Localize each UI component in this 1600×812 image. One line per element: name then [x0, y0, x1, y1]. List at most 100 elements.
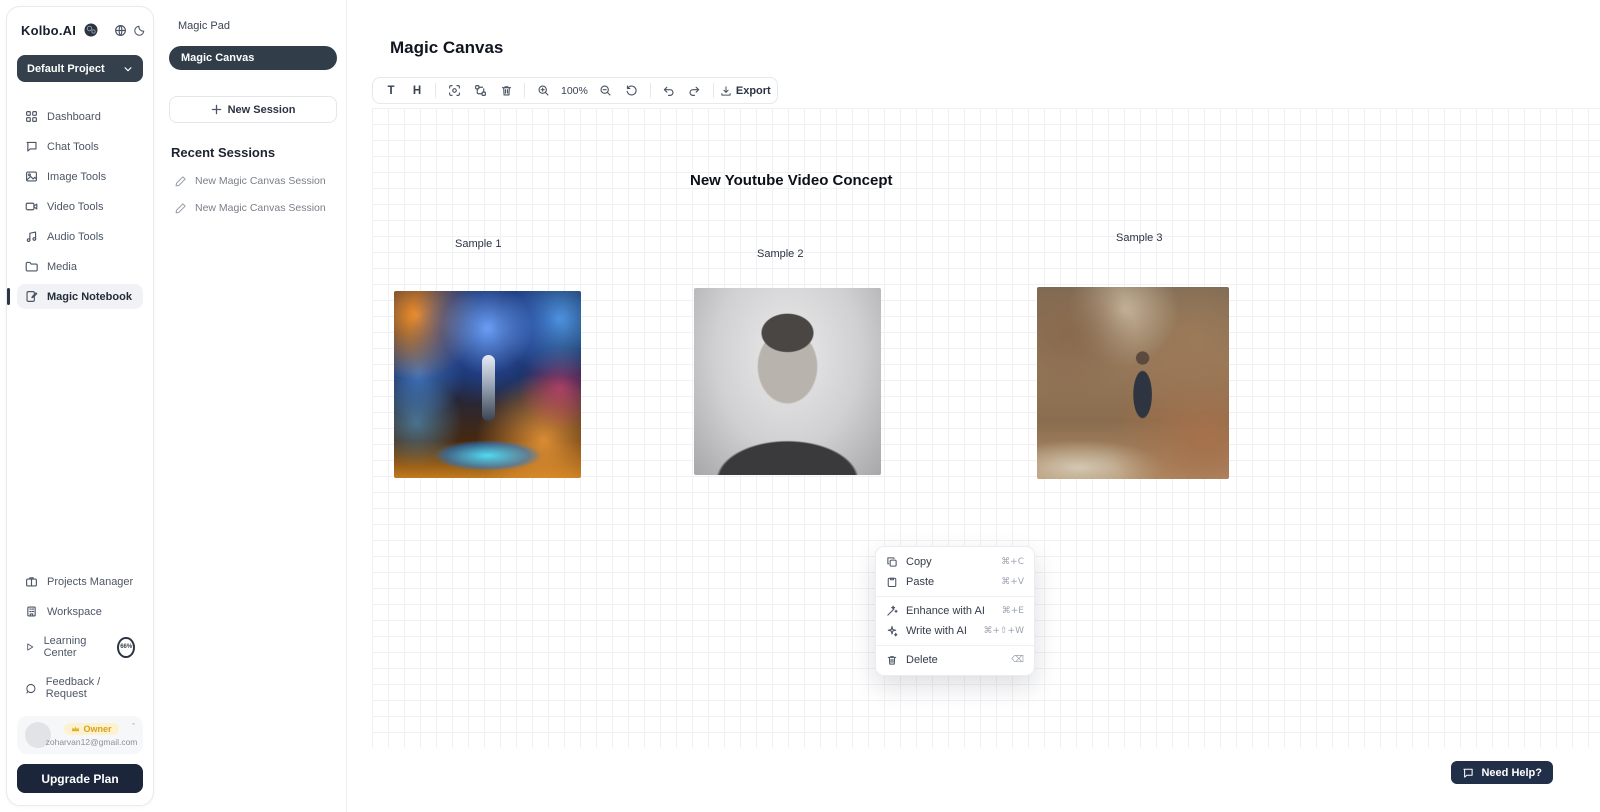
briefcase-icon [25, 575, 38, 588]
sidebar-item-label: Audio Tools [47, 231, 104, 243]
flow-connect-button[interactable] [468, 80, 492, 101]
sidebar-item-label: Learning Center [44, 635, 107, 659]
sidebar: Kolbo.AI Default Project Dashboard Chat … [6, 6, 154, 806]
brain-logo-icon [83, 22, 100, 39]
zoom-level: 100% [557, 85, 592, 97]
feedback-icon [25, 682, 37, 695]
copy-icon [886, 556, 898, 568]
project-selector-label: Default Project [27, 63, 105, 75]
add-text-button[interactable]: T [379, 80, 403, 101]
ai-robot-collage-image[interactable] [394, 291, 581, 478]
sidebar-item-dashboard[interactable]: Dashboard [17, 104, 143, 129]
add-heading-button[interactable]: H [405, 80, 429, 101]
user-account-card[interactable]: Owner zoharvan12@gmail.com ˆ [17, 716, 143, 754]
media-folder-icon [25, 260, 38, 273]
export-label: Export [736, 85, 771, 97]
sidebar-item-label: Image Tools [47, 171, 106, 183]
new-session-label: New Session [228, 104, 296, 116]
redo-icon [688, 84, 701, 97]
need-help-label: Need Help? [1481, 767, 1542, 779]
sidebar-item-workspace[interactable]: Workspace [17, 599, 143, 624]
learning-progress-badge: 66% [117, 637, 135, 658]
canvas-toolbar: T H 100% Export [372, 77, 778, 104]
context-menu-item-paste[interactable]: Paste ⌘+V [876, 572, 1034, 592]
notebook-icon [25, 290, 38, 303]
chevron-down-icon [123, 64, 133, 74]
sidebar-item-video-tools[interactable]: Video Tools [17, 194, 143, 219]
paste-icon [886, 576, 898, 588]
project-selector[interactable]: Default Project [17, 55, 143, 82]
new-session-button[interactable]: New Session [169, 96, 337, 123]
sidebar-item-label: Workspace [47, 606, 102, 618]
sidebar-item-projects-manager[interactable]: Projects Manager [17, 569, 143, 594]
user-email: zoharvan12@gmail.com [46, 737, 138, 747]
magic-canvas-grid[interactable]: New Youtube Video Concept Sample 1 Sampl… [372, 108, 1600, 748]
chat-icon [25, 140, 38, 153]
sidebar-item-learning-center[interactable]: Learning Center 66% [17, 629, 143, 665]
select-region-button[interactable] [442, 80, 466, 101]
sparkles-icon [886, 625, 898, 637]
sidebar-item-label: Feedback / Request [46, 676, 135, 700]
pencil-icon [175, 202, 187, 214]
man-on-stone-ruins-image[interactable] [1037, 287, 1229, 479]
session-list-item[interactable]: New Magic Canvas Session [169, 175, 337, 187]
context-menu: Copy ⌘+C Paste ⌘+V Enhance with AI ⌘+E W… [875, 546, 1035, 676]
export-button[interactable]: Export [720, 80, 771, 101]
sample-3-label[interactable]: Sample 3 [1116, 232, 1162, 244]
dashboard-icon [25, 110, 38, 123]
dark-mode-moon-icon[interactable] [134, 21, 146, 39]
sidebar-item-chat-tools[interactable]: Chat Tools [17, 134, 143, 159]
bw-portrait-man-image[interactable] [694, 288, 881, 475]
context-menu-item-enhance-with-ai[interactable]: Enhance with AI ⌘+E [876, 601, 1034, 621]
trash-icon [886, 654, 898, 666]
session-label: New Magic Canvas Session [195, 202, 326, 214]
sidebar-item-image-tools[interactable]: Image Tools [17, 164, 143, 189]
main-area: Magic Canvas T H 100% [347, 0, 1600, 812]
sidebar-item-label: Chat Tools [47, 141, 99, 153]
logo-row: Kolbo.AI [17, 21, 143, 39]
reset-view-button[interactable] [620, 80, 644, 101]
context-menu-item-copy[interactable]: Copy ⌘+C [876, 552, 1034, 572]
language-globe-icon[interactable] [114, 21, 127, 39]
zoom-in-button[interactable] [531, 80, 555, 101]
pencil-icon [175, 175, 187, 187]
session-label: New Magic Canvas Session [195, 175, 326, 187]
page-title: Magic Canvas [390, 38, 503, 58]
zoom-in-icon [537, 84, 550, 97]
collapse-caret-icon: ˆ [132, 722, 135, 732]
sidebar-item-label: Video Tools [47, 201, 103, 213]
sample-2-label[interactable]: Sample 2 [757, 248, 803, 260]
session-list-item[interactable]: New Magic Canvas Session [169, 202, 337, 214]
workflow-nodes-icon [474, 84, 487, 97]
redo-button[interactable] [683, 80, 707, 101]
undo-icon [662, 84, 675, 97]
sidebar-item-media[interactable]: Media [17, 254, 143, 279]
session-panel: Magic Pad Magic Canvas New Session Recen… [160, 0, 347, 812]
zoom-out-icon [599, 84, 612, 97]
sidebar-item-feedback[interactable]: Feedback / Request [17, 670, 143, 706]
sidebar-item-label: Projects Manager [47, 576, 133, 588]
zoom-out-button[interactable] [594, 80, 618, 101]
context-menu-item-delete[interactable]: Delete ⌫ [876, 650, 1034, 670]
upgrade-plan-button[interactable]: Upgrade Plan [17, 764, 143, 793]
sidebar-item-audio-tools[interactable]: Audio Tools [17, 224, 143, 249]
download-icon [720, 85, 732, 97]
sidebar-item-magic-notebook[interactable]: Magic Notebook [17, 284, 143, 309]
context-menu-item-write-with-ai[interactable]: Write with AI ⌘+⇧+W [876, 621, 1034, 641]
need-help-button[interactable]: Need Help? [1451, 761, 1553, 784]
image-icon [25, 170, 38, 183]
undo-button[interactable] [657, 80, 681, 101]
owner-role-badge: Owner [64, 723, 118, 735]
rotate-icon [625, 84, 638, 97]
panel-item-magic-canvas[interactable]: Magic Canvas [169, 46, 337, 70]
sample-1-label[interactable]: Sample 1 [455, 238, 501, 250]
sidebar-footer-nav: Projects Manager Workspace Learning Cent… [17, 569, 143, 706]
sidebar-item-label: Media [47, 261, 77, 273]
canvas-heading[interactable]: New Youtube Video Concept [690, 172, 893, 189]
sidebar-item-label: Magic Notebook [47, 291, 132, 303]
video-icon [25, 200, 38, 213]
recent-sessions-title: Recent Sessions [169, 145, 337, 160]
delete-button[interactable] [494, 80, 518, 101]
wand-icon [886, 605, 898, 617]
panel-item-magic-pad[interactable]: Magic Pad [169, 14, 337, 38]
